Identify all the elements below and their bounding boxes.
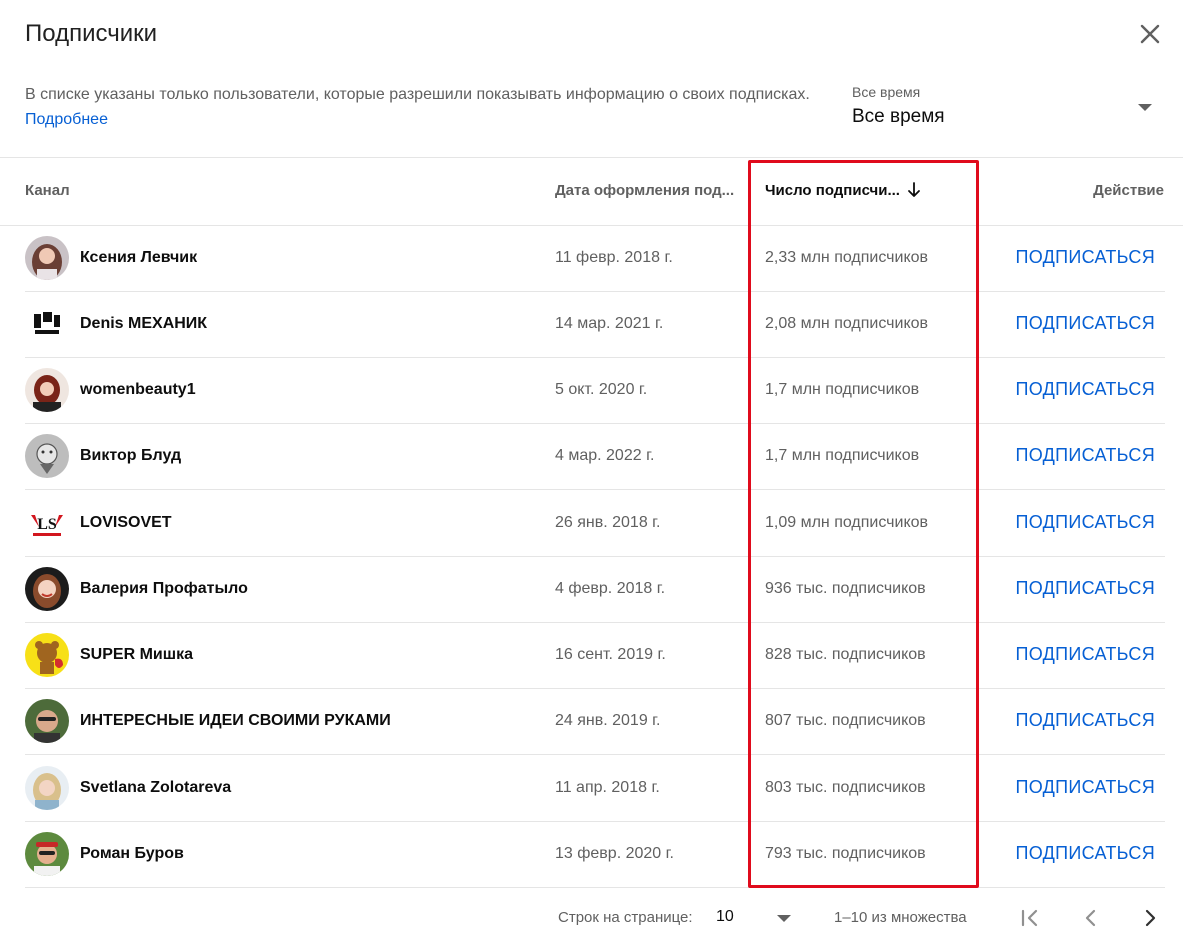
close-icon[interactable] (1136, 20, 1164, 48)
subscribe-button[interactable]: ПОДПИСАТЬСЯ (1015, 644, 1155, 665)
header-date[interactable]: Дата оформления под... (555, 182, 734, 199)
subscription-date: 24 янв. 2019 г. (555, 712, 661, 729)
subscribe-button[interactable]: ПОДПИСАТЬСЯ (1015, 313, 1155, 334)
table-row: Denis МЕХАНИК 14 мар. 2021 г. 2,08 млн п… (25, 291, 1165, 358)
channel-name[interactable]: SUPER Мишка (80, 646, 193, 664)
subscription-date: 13 февр. 2020 г. (555, 845, 674, 862)
dropdown-arrow-icon (1138, 104, 1152, 111)
subscribe-button[interactable]: ПОДПИСАТЬСЯ (1015, 247, 1155, 268)
channel-name[interactable]: Svetlana Zolotareva (80, 779, 231, 797)
channel-name[interactable]: Валерия Профатыло (80, 580, 248, 598)
period-dropdown-value: Все время (852, 106, 945, 127)
subscribe-button[interactable]: ПОДПИСАТЬСЯ (1015, 578, 1155, 599)
channel-name[interactable]: Denis МЕХАНИК (80, 315, 207, 333)
avatar[interactable] (25, 832, 69, 876)
header-action: Действие (1093, 182, 1164, 199)
table-row: LS LOVISOVET 26 янв. 2018 г. 1,09 млн по… (25, 490, 1165, 557)
subscriber-count: 828 тыс. подписчиков (765, 646, 926, 663)
period-dropdown[interactable]: Все время Все время (852, 84, 1162, 132)
svg-text:LS: LS (37, 516, 57, 533)
subscribe-button[interactable]: ПОДПИСАТЬСЯ (1015, 777, 1155, 798)
table-row: Виктор Блуд 4 мар. 2022 г. 1,7 млн подпи… (25, 423, 1165, 490)
channel-name[interactable]: LOVISOVET (80, 514, 172, 532)
subscription-date: 14 мар. 2021 г. (555, 315, 664, 332)
period-dropdown-label: Все время (852, 84, 921, 100)
rows-per-page-select[interactable]: 10 (716, 904, 796, 932)
header-channel: Канал (25, 182, 70, 199)
table-row: ИНТЕРЕСНЫЕ ИДЕИ СВОИМИ РУКАМИ 24 янв. 20… (25, 688, 1165, 755)
subscriber-count: 936 тыс. подписчиков (765, 580, 926, 597)
rows-per-page-value: 10 (716, 908, 734, 925)
avatar[interactable] (25, 567, 69, 611)
avatar[interactable] (25, 766, 69, 810)
avatar[interactable]: LS (25, 501, 69, 545)
previous-page-icon[interactable] (1078, 905, 1104, 931)
subscriber-count: 1,7 млн подписчиков (765, 381, 920, 398)
subscriber-count: 1,7 млн подписчиков (765, 447, 920, 464)
header-subscribers[interactable]: Число подписчи... (765, 182, 900, 199)
subscription-date: 11 апр. 2018 г. (555, 779, 660, 796)
dropdown-arrow-icon (777, 915, 791, 922)
subscription-date: 26 янв. 2018 г. (555, 514, 661, 531)
subscription-date: 11 февр. 2018 г. (555, 249, 673, 266)
info-text: В списке указаны только пользователи, ко… (25, 86, 810, 103)
subscriber-count: 2,08 млн подписчиков (765, 315, 929, 332)
table-row: Ксения Левчик 11 февр. 2018 г. 2,33 млн … (25, 225, 1165, 292)
next-page-icon[interactable] (1137, 905, 1163, 931)
first-page-icon[interactable] (1017, 905, 1043, 931)
subscriber-count: 793 тыс. подписчиков (765, 845, 926, 862)
table-row: womenbeauty1 5 окт. 2020 г. 1,7 млн подп… (25, 357, 1165, 424)
avatar[interactable] (25, 699, 69, 743)
table-row: SUPER Мишка 16 сент. 2019 г. 828 тыс. по… (25, 622, 1165, 689)
rows-per-page-label: Строк на странице: (558, 909, 693, 926)
subscription-date: 5 окт. 2020 г. (555, 381, 648, 398)
subscribe-button[interactable]: ПОДПИСАТЬСЯ (1015, 445, 1155, 466)
table-row: Svetlana Zolotareva 11 апр. 2018 г. 803 … (25, 755, 1165, 822)
subscription-date: 16 сент. 2019 г. (555, 646, 666, 663)
subscriber-count: 803 тыс. подписчиков (765, 779, 926, 796)
dialog-title: Подписчики (25, 20, 158, 47)
subscribe-button[interactable]: ПОДПИСАТЬСЯ (1015, 512, 1155, 533)
subscription-date: 4 февр. 2018 г. (555, 580, 666, 597)
subscriber-count: 1,09 млн подписчиков (765, 514, 929, 531)
subscribe-button[interactable]: ПОДПИСАТЬСЯ (1015, 710, 1155, 731)
divider (0, 157, 1183, 158)
avatar[interactable] (25, 633, 69, 677)
channel-name[interactable]: ИНТЕРЕСНЫЕ ИДЕИ СВОИМИ РУКАМИ (80, 712, 391, 730)
subscribe-button[interactable]: ПОДПИСАТЬСЯ (1015, 379, 1155, 400)
subscribe-button[interactable]: ПОДПИСАТЬСЯ (1015, 843, 1155, 864)
table-row: Роман Буров 13 февр. 2020 г. 793 тыс. по… (25, 821, 1165, 888)
pagination-range: 1–10 из множества (834, 909, 967, 926)
sort-down-arrow-icon[interactable] (905, 181, 923, 199)
avatar[interactable] (25, 368, 69, 412)
table-row: Валерия Профатыло 4 февр. 2018 г. 936 ты… (25, 556, 1165, 623)
avatar[interactable] (25, 302, 69, 346)
subscriber-count: 2,33 млн подписчиков (765, 249, 929, 266)
channel-name[interactable]: womenbeauty1 (80, 381, 196, 399)
subscription-date: 4 мар. 2022 г. (555, 447, 655, 464)
subscriber-count: 807 тыс. подписчиков (765, 712, 926, 729)
more-link[interactable]: Подробнее (25, 111, 108, 129)
channel-name[interactable]: Роман Буров (80, 845, 184, 863)
channel-name[interactable]: Виктор Блуд (80, 447, 181, 465)
avatar[interactable] (25, 236, 69, 280)
avatar[interactable] (25, 434, 69, 478)
channel-name[interactable]: Ксения Левчик (80, 249, 197, 267)
